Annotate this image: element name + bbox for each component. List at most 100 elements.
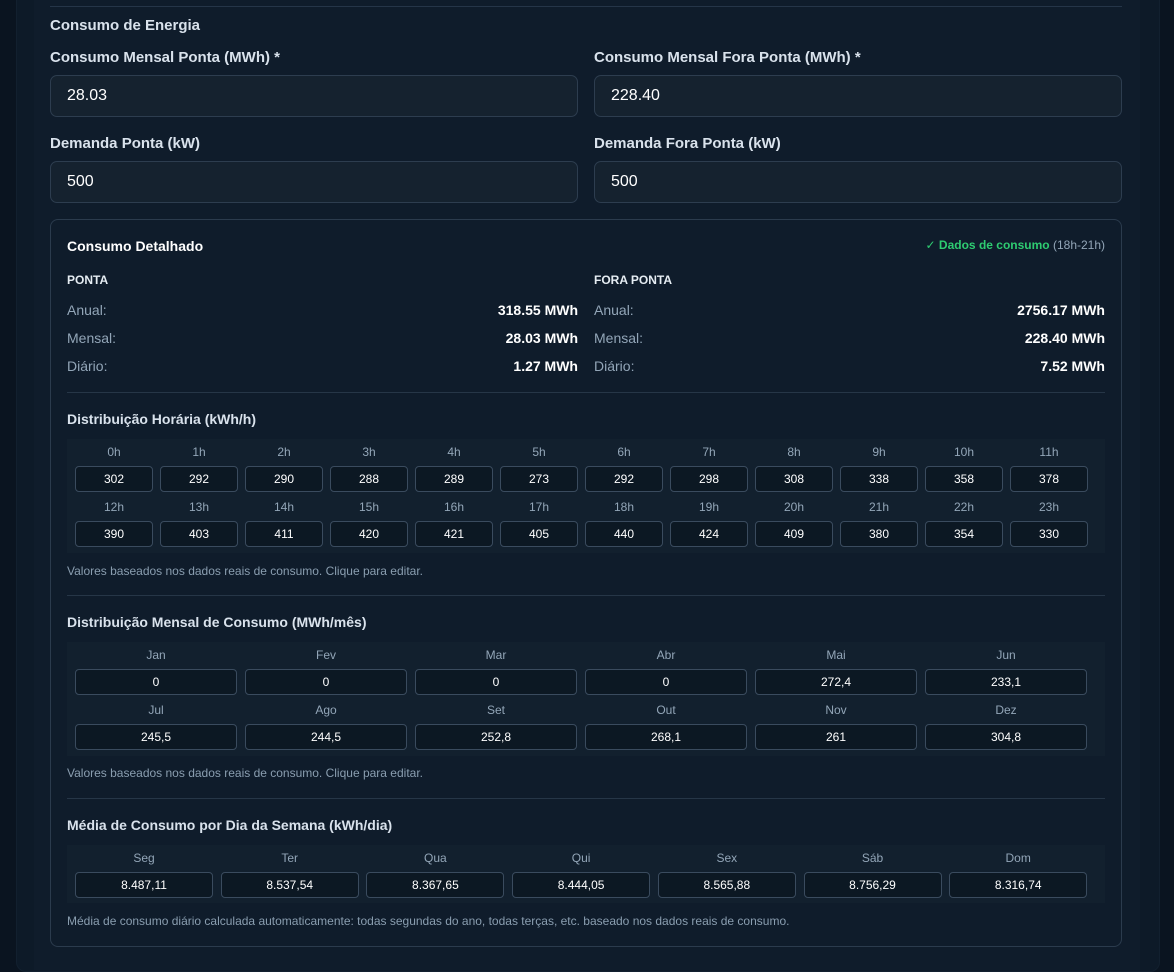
hour-input[interactable]: 405 bbox=[500, 521, 578, 547]
demand-offpeak-label: Demanda Fora Ponta (kW) bbox=[594, 135, 781, 152]
hour-input[interactable]: 409 bbox=[755, 521, 833, 547]
monthly-title: Distribuição Mensal de Consumo (MWh/mês) bbox=[67, 614, 367, 630]
hour-input[interactable]: 421 bbox=[415, 521, 493, 547]
weekday-label: Qui bbox=[571, 851, 591, 865]
month-label: Set bbox=[486, 703, 505, 717]
hour-input[interactable]: 338 bbox=[840, 466, 918, 492]
hour-input[interactable]: 411 bbox=[245, 521, 323, 547]
weekday-note: Média de consumo diário calculada automa… bbox=[67, 914, 790, 928]
monthly-peak-input[interactable]: 28.03 bbox=[50, 75, 578, 117]
ponta-monthly-label: Mensal: bbox=[67, 330, 117, 346]
badge-ok-text: ✓ Dados de consumo bbox=[925, 238, 1050, 252]
month-input[interactable]: 304,8 bbox=[925, 724, 1087, 750]
demand-peak-input[interactable]: 500 bbox=[50, 161, 578, 203]
hour-label: 3h bbox=[362, 445, 376, 459]
month-input[interactable]: 261 bbox=[755, 724, 917, 750]
month-label: Jul bbox=[148, 703, 164, 717]
hour-input[interactable]: 380 bbox=[840, 521, 918, 547]
hour-input[interactable]: 292 bbox=[160, 466, 238, 492]
hour-input[interactable]: 292 bbox=[585, 466, 663, 492]
hour-input[interactable]: 354 bbox=[925, 521, 1003, 547]
hour-input[interactable]: 273 bbox=[500, 466, 578, 492]
hour-input[interactable]: 288 bbox=[330, 466, 408, 492]
hour-label: 15h bbox=[358, 500, 380, 514]
demand-peak-label: Demanda Ponta (kW) bbox=[50, 135, 201, 152]
ponta-annual-value: 318.55 MWh bbox=[497, 302, 578, 318]
hour-label: 9h bbox=[872, 445, 886, 459]
hour-input[interactable]: 420 bbox=[330, 521, 408, 547]
hour-label: 22h bbox=[953, 500, 975, 514]
ponta-daily-value: 1.27 MWh bbox=[513, 358, 578, 374]
weekday-label: Ter bbox=[281, 851, 299, 865]
month-input[interactable]: 272,4 bbox=[755, 669, 917, 695]
hour-input[interactable]: 390 bbox=[75, 521, 153, 547]
monthly-peak-label: Consumo Mensal Ponta (MWh) * bbox=[50, 49, 280, 66]
hourly-title: Distribuição Horária (kWh/h) bbox=[67, 411, 257, 427]
divider-1 bbox=[67, 392, 1105, 393]
hour-label: 14h bbox=[273, 500, 295, 514]
hour-label: 8h bbox=[787, 445, 801, 459]
ponta-monthly-value: 28.03 MWh bbox=[505, 330, 578, 346]
hour-label: 21h bbox=[868, 500, 890, 514]
hour-label: 16h bbox=[443, 500, 465, 514]
month-label: Nov bbox=[825, 703, 847, 717]
monthly-offpeak-label: Consumo Mensal Fora Ponta (MWh) * bbox=[594, 49, 861, 66]
hour-label: 17h bbox=[528, 500, 550, 514]
divider-3 bbox=[67, 798, 1105, 799]
hour-input[interactable]: 403 bbox=[160, 521, 238, 547]
month-input[interactable]: 0 bbox=[75, 669, 237, 695]
month-input[interactable]: 252,8 bbox=[415, 724, 577, 750]
month-input[interactable]: 0 bbox=[415, 669, 577, 695]
fora-ponta-daily-label: Diário: bbox=[594, 358, 635, 374]
monthly-offpeak-input[interactable]: 228.40 bbox=[594, 75, 1122, 117]
weekday-title: Média de Consumo por Dia da Semana (kWh/… bbox=[67, 817, 393, 833]
month-input[interactable]: 244,5 bbox=[245, 724, 407, 750]
hour-label: 23h bbox=[1038, 500, 1060, 514]
month-label: Abr bbox=[656, 648, 676, 662]
month-input[interactable]: 268,1 bbox=[585, 724, 747, 750]
weekday-input[interactable]: 8.487,11 bbox=[75, 872, 213, 898]
month-label: Mai bbox=[826, 648, 846, 662]
hour-label: 4h bbox=[447, 445, 461, 459]
hour-label: 5h bbox=[532, 445, 546, 459]
weekday-label: Dom bbox=[1005, 851, 1031, 865]
ponta-title: PONTA bbox=[67, 273, 109, 287]
fora-ponta-monthly-value: 228.40 MWh bbox=[1024, 330, 1105, 346]
month-input[interactable]: 245,5 bbox=[75, 724, 237, 750]
section-title: Consumo de Energia bbox=[50, 17, 201, 34]
hour-label: 6h bbox=[617, 445, 631, 459]
month-input[interactable]: 0 bbox=[245, 669, 407, 695]
hour-label: 7h bbox=[702, 445, 716, 459]
detail-title: Consumo Detalhado bbox=[67, 238, 204, 254]
hour-input[interactable]: 358 bbox=[925, 466, 1003, 492]
hour-input[interactable]: 308 bbox=[755, 466, 833, 492]
hour-input[interactable]: 298 bbox=[670, 466, 748, 492]
hour-input[interactable]: 330 bbox=[1010, 521, 1088, 547]
hour-input[interactable]: 290 bbox=[245, 466, 323, 492]
hour-input[interactable]: 378 bbox=[1010, 466, 1088, 492]
badge-hours-text: (18h-21h) bbox=[1052, 238, 1105, 252]
weekday-input[interactable]: 8.444,05 bbox=[512, 872, 651, 898]
hour-input[interactable]: 289 bbox=[415, 466, 493, 492]
hour-label: 10h bbox=[953, 445, 975, 459]
hourly-note: Valores baseados nos dados reais de cons… bbox=[67, 564, 423, 578]
month-label: Dez bbox=[995, 703, 1017, 717]
weekday-input[interactable]: 8.367,65 bbox=[366, 872, 505, 898]
ponta-daily-label: Diário: bbox=[67, 358, 108, 374]
hour-label: 20h bbox=[783, 500, 805, 514]
month-input[interactable]: 0 bbox=[585, 669, 747, 695]
weekday-label: Seg bbox=[133, 851, 155, 865]
demand-offpeak-input[interactable]: 500 bbox=[594, 161, 1122, 203]
weekday-input[interactable]: 8.537,54 bbox=[220, 872, 359, 898]
hour-input[interactable]: 440 bbox=[585, 521, 663, 547]
hour-label: 1h bbox=[192, 445, 206, 459]
month-label: Mar bbox=[485, 648, 507, 662]
weekday-input[interactable]: 8.756,29 bbox=[803, 872, 942, 898]
weekday-input[interactable]: 8.565,88 bbox=[657, 872, 796, 898]
weekday-input[interactable]: 8.316,74 bbox=[949, 872, 1088, 898]
hour-input[interactable]: 424 bbox=[670, 521, 748, 547]
hour-input[interactable]: 302 bbox=[75, 466, 153, 492]
month-input[interactable]: 233,1 bbox=[925, 669, 1087, 695]
fora-ponta-annual-value: 2756.17 MWh bbox=[1017, 302, 1105, 318]
fora-ponta-monthly-label: Mensal: bbox=[594, 330, 644, 346]
